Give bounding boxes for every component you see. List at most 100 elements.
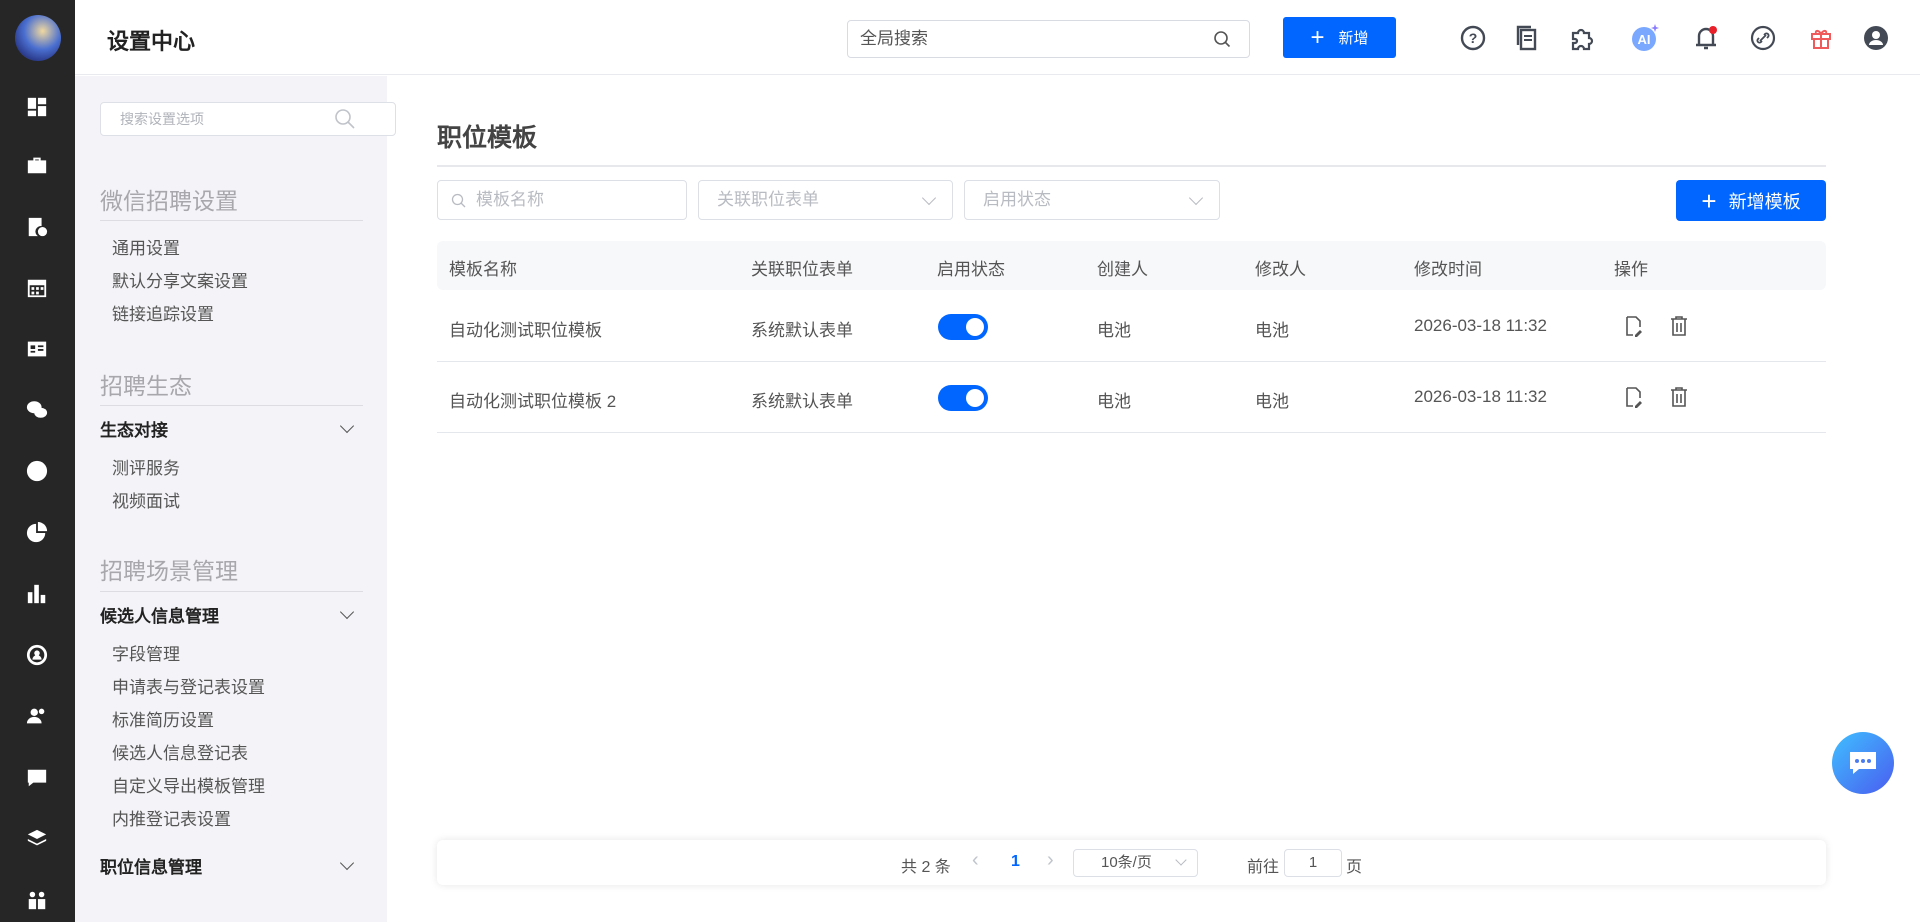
search-icon [451,193,466,208]
menu-item[interactable]: 默认分享文案设置 [112,267,248,292]
help-icon[interactable]: ? [1459,24,1487,52]
menu-group[interactable]: 生态对接 [100,416,356,441]
team-icon[interactable] [25,888,49,912]
id-card-icon[interactable] [25,337,49,361]
plus-icon: + [1310,23,1325,51]
filter-placeholder: 模板名称 [476,190,544,209]
next-page-icon[interactable]: › [1047,849,1054,872]
chat-support-button[interactable] [1832,732,1894,794]
chevron-down-icon [921,190,937,206]
section-title: 招聘生态 [100,373,192,399]
chevron-down-icon [1175,854,1187,866]
goto-page-input[interactable]: 1 [1284,849,1342,877]
status-filter-select[interactable]: 启用状态 [964,180,1220,220]
modifier: 电池 [1255,321,1289,340]
users-icon[interactable] [25,704,49,728]
search-icon[interactable] [1213,30,1231,48]
divider [100,220,363,221]
column-header: 模板名称 [449,260,517,279]
bar-chart-icon[interactable] [25,582,49,606]
svg-text:AI: AI [1638,32,1651,47]
menu-group[interactable]: 职位信息管理 [100,853,356,878]
edit-icon[interactable] [1625,315,1643,337]
column-header: 启用状态 [937,260,1005,279]
creator: 电池 [1097,321,1131,340]
plugin-icon[interactable] [1569,24,1597,52]
linked-form: 系统默认表单 [751,392,853,411]
menu-item[interactable]: 链接追踪设置 [112,300,214,325]
menu-item[interactable]: 测评服务 [112,454,180,479]
filter-placeholder: 启用状态 [983,190,1051,209]
bell-icon[interactable] [1692,24,1720,52]
enabled-toggle[interactable] [938,314,988,340]
add-template-label: 新增模板 [1728,191,1801,212]
user-icon[interactable] [1862,24,1890,52]
divider [100,591,363,592]
delete-icon[interactable] [1670,315,1688,337]
delete-icon[interactable] [1670,386,1688,408]
menu-item[interactable]: 申请表与登记表设置 [112,673,265,698]
section-title: 微信招聘设置 [100,188,238,214]
chat-bubble-icon [1850,752,1876,774]
avatar[interactable] [15,15,61,61]
page-size-value: 10条/页 [1101,854,1152,871]
column-header: 操作 [1614,260,1648,279]
menu-item[interactable]: 自定义导出模板管理 [112,772,265,797]
chevron-down-icon [1188,190,1204,206]
user-circle-icon[interactable] [25,643,49,667]
global-search-input[interactable]: 全局搜索 [847,20,1250,58]
menu-item[interactable]: 候选人信息登记表 [112,739,248,764]
app-title: 设置中心 [107,29,196,54]
page-number[interactable]: 1 [1011,853,1020,871]
page-size-select[interactable]: 10条/页 [1073,849,1198,877]
row-divider [437,361,1826,362]
calendar-icon[interactable] [25,276,49,300]
dashboard-icon[interactable] [25,95,49,119]
edit-icon[interactable] [1625,386,1643,408]
enabled-toggle[interactable] [938,385,988,411]
layers-icon[interactable] [25,827,49,851]
column-header: 创建人 [1097,260,1148,279]
filter-placeholder: 关联职位表单 [717,190,819,209]
template-name-filter[interactable]: 模板名称 [437,180,687,220]
docs-icon[interactable] [1513,24,1541,52]
message-icon[interactable] [25,766,49,790]
menu-item[interactable]: 通用设置 [112,234,180,259]
wechat-icon[interactable] [25,398,49,422]
modified-time: 2026-03-18 11:32 [1414,387,1547,406]
link-icon[interactable] [1749,24,1777,52]
row-divider [437,432,1826,433]
search-icon[interactable] [334,108,356,130]
chevron-down-icon [339,855,355,870]
total-count: 共 2 条 [901,859,951,876]
svg-text:?: ? [1469,30,1478,46]
modifier: 电池 [1255,392,1289,411]
prev-page-icon[interactable]: ‹ [972,849,979,872]
menu-item[interactable]: 视频面试 [112,487,180,512]
column-header: 修改人 [1255,260,1306,279]
menu-item[interactable]: 标准简历设置 [112,706,214,731]
resume-icon[interactable] [25,215,49,239]
add-button[interactable]: + 新增 [1283,17,1396,58]
template-name: 自动化测试职位模板 [449,321,602,340]
ai-icon[interactable]: AI [1631,24,1659,52]
nav-rail [0,0,75,922]
plus-icon: + [1701,185,1717,216]
thumbs-up-icon[interactable] [25,459,49,483]
divider [100,405,363,406]
form-filter-select[interactable]: 关联职位表单 [698,180,953,220]
pie-chart-icon[interactable] [25,521,49,545]
menu-group-label: 生态对接 [100,421,168,440]
template-name: 自动化测试职位模板 2 [449,392,617,411]
menu-item[interactable]: 内推登记表设置 [112,805,231,830]
menu-group-label: 候选人信息管理 [100,607,219,626]
add-template-button[interactable]: + 新增模板 [1676,180,1826,221]
menu-group[interactable]: 候选人信息管理 [100,602,356,627]
briefcase-icon[interactable] [25,153,49,177]
column-header: 修改时间 [1414,260,1482,279]
gift-icon[interactable] [1807,24,1835,52]
chevron-down-icon [339,418,355,433]
menu-item[interactable]: 字段管理 [112,640,180,665]
linked-form: 系统默认表单 [751,321,853,340]
column-header: 关联职位表单 [751,260,853,279]
